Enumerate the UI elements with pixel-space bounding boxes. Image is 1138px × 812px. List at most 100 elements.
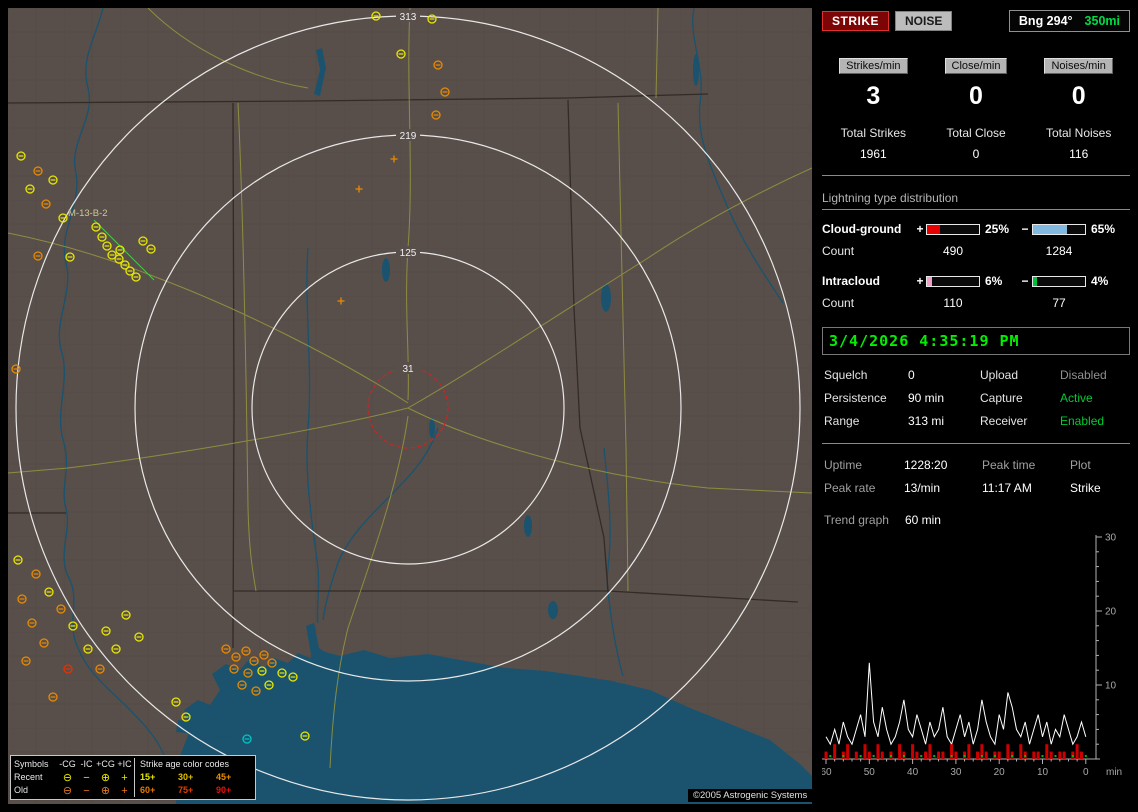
- svg-text:40: 40: [907, 767, 919, 778]
- ic-positive-bar: [926, 276, 980, 287]
- count-label: Count: [822, 244, 914, 258]
- storm-cell-label: M-13-B-2: [68, 208, 108, 219]
- ic-negative-bar: [1032, 276, 1086, 287]
- age-15: 15+: [134, 771, 178, 784]
- status-panel: STRIKE NOISE Bng 294° 350mi Strikes/min …: [822, 10, 1130, 782]
- neg-cg-old-icon: ⊖: [58, 785, 77, 797]
- neg-ic-old-icon: −: [77, 785, 96, 797]
- peak-rate-label: Peak rate: [824, 481, 904, 495]
- range-ring-label: 313: [400, 12, 417, 23]
- legend-row-old-label: Old: [14, 784, 58, 797]
- squelch-value: 0: [908, 368, 980, 382]
- cg-positive-count: 490: [926, 244, 980, 258]
- negative-sign: −: [1018, 222, 1032, 236]
- plot-label: Plot: [1070, 458, 1128, 472]
- noises-per-min-column: Noises/min 0 Total Noises 116: [1027, 58, 1130, 161]
- noises-per-min-button[interactable]: Noises/min: [1044, 58, 1112, 74]
- legend-col-pos-cg: +CG: [96, 758, 115, 771]
- peak-time-value: 11:17 AM: [982, 481, 1070, 495]
- legend-col-pos-ic: +IC: [115, 758, 134, 771]
- cg-positive-bar-fill: [927, 225, 940, 234]
- plot-value: Strike: [1070, 481, 1128, 495]
- persistence-label: Persistence: [824, 391, 908, 405]
- age-30: 30+: [178, 771, 216, 784]
- cg-negative-count: 1284: [1032, 244, 1086, 258]
- ic-positive-count: 110: [926, 296, 980, 310]
- svg-text:min: min: [1106, 767, 1122, 778]
- total-noises-label: Total Noises: [1027, 126, 1130, 140]
- positive-sign: +: [914, 274, 926, 288]
- noise-button[interactable]: NOISE: [895, 11, 952, 31]
- cg-negative-bar-fill: [1033, 225, 1067, 234]
- neg-ic-recent-icon: −: [77, 772, 96, 784]
- close-per-min-button[interactable]: Close/min: [945, 58, 1008, 74]
- strikes-per-min-column: Strikes/min 3 Total Strikes 1961: [822, 58, 925, 161]
- ic-negative-pct: 4%: [1086, 274, 1122, 288]
- ic-positive-bar-fill: [927, 277, 932, 286]
- count-label: Count: [822, 296, 914, 310]
- upload-value: Disabled: [1060, 368, 1128, 382]
- cg-positive-pct: 25%: [980, 222, 1018, 236]
- capture-value: Active: [1060, 391, 1128, 405]
- legend-age-header: Strike age color codes: [134, 758, 250, 771]
- uptime-grid: Uptime 1228:20 Peak time Plot Peak rate …: [822, 444, 1130, 495]
- cg-negative-bar: [1032, 224, 1086, 235]
- age-45: 45+: [216, 771, 250, 784]
- status-grid: Squelch 0 Upload Disabled Persistence 90…: [822, 355, 1130, 444]
- upload-label: Upload: [980, 368, 1060, 382]
- close-per-min-column: Close/min 0 Total Close 0: [925, 58, 1028, 161]
- range-ring-label: 219: [400, 131, 417, 142]
- cloud-ground-row: Cloud-ground + 25% − 65%: [822, 219, 1130, 239]
- peak-rate-value: 13/min: [904, 481, 982, 495]
- age-60: 60+: [134, 784, 178, 797]
- lightning-map[interactable]: M-13-B-2 31321912531 Symbols -CG -IC +CG…: [8, 8, 812, 804]
- trend-window-value: 60 min: [905, 513, 941, 527]
- uptime-label: Uptime: [824, 458, 904, 472]
- strikes-per-min-button[interactable]: Strikes/min: [839, 58, 907, 74]
- trend-line-strikes-per-min: [826, 663, 1086, 744]
- pos-cg-recent-icon: ⊕: [96, 772, 115, 784]
- bearing-value: Bng 294°: [1019, 14, 1073, 28]
- total-close-value: 0: [925, 147, 1028, 161]
- trend-header: Trend graph 60 min: [822, 513, 1130, 527]
- strike-button[interactable]: STRIKE: [822, 11, 889, 31]
- peak-time-label: Peak time: [982, 458, 1070, 472]
- ic-negative-count: 77: [1032, 296, 1086, 310]
- cg-positive-bar: [926, 224, 980, 235]
- pos-ic-old-icon: +: [115, 785, 134, 797]
- range-value: 350mi: [1085, 14, 1120, 28]
- strikes-per-min-value: 3: [822, 82, 925, 111]
- total-close-label: Total Close: [925, 126, 1028, 140]
- uptime-value: 1228:20: [904, 458, 982, 472]
- divider: [822, 175, 1130, 176]
- trend-graph: 1020306050403020100min: [822, 533, 1130, 782]
- age-90: 90+: [216, 784, 250, 797]
- receiver-value: Enabled: [1060, 414, 1128, 428]
- legend-col-neg-cg: -CG: [58, 758, 77, 771]
- distribution-title: Lightning type distribution: [822, 191, 1130, 205]
- close-per-min-value: 0: [925, 82, 1028, 111]
- svg-text:20: 20: [1105, 607, 1117, 618]
- range-ring-label: 125: [400, 248, 417, 259]
- svg-text:0: 0: [1083, 767, 1089, 778]
- total-noises-value: 116: [1027, 147, 1130, 161]
- noises-per-min-value: 0: [1027, 82, 1130, 111]
- legend-col-neg-ic: -IC: [77, 758, 96, 771]
- svg-text:30: 30: [950, 767, 962, 778]
- range-label: Range: [824, 414, 908, 428]
- cloud-ground-count-row: Count 490 1284: [822, 239, 1130, 263]
- positive-sign: +: [914, 222, 926, 236]
- negative-sign: −: [1018, 274, 1032, 288]
- squelch-label: Squelch: [824, 368, 908, 382]
- persistence-value: 90 min: [908, 391, 980, 405]
- receiver-label: Receiver: [980, 414, 1060, 428]
- svg-text:60: 60: [822, 767, 832, 778]
- mode-row: STRIKE NOISE Bng 294° 350mi: [822, 10, 1130, 32]
- range-setting-value: 313 mi: [908, 414, 980, 428]
- bearing-range-display: Bng 294° 350mi: [1009, 10, 1130, 32]
- legend-symbols-header: Symbols: [14, 758, 58, 771]
- strike-legend: Symbols -CG -IC +CG +IC Strike age color…: [10, 755, 256, 800]
- svg-text:20: 20: [994, 767, 1006, 778]
- total-strikes-label: Total Strikes: [822, 126, 925, 140]
- intracloud-label: Intracloud: [822, 274, 914, 288]
